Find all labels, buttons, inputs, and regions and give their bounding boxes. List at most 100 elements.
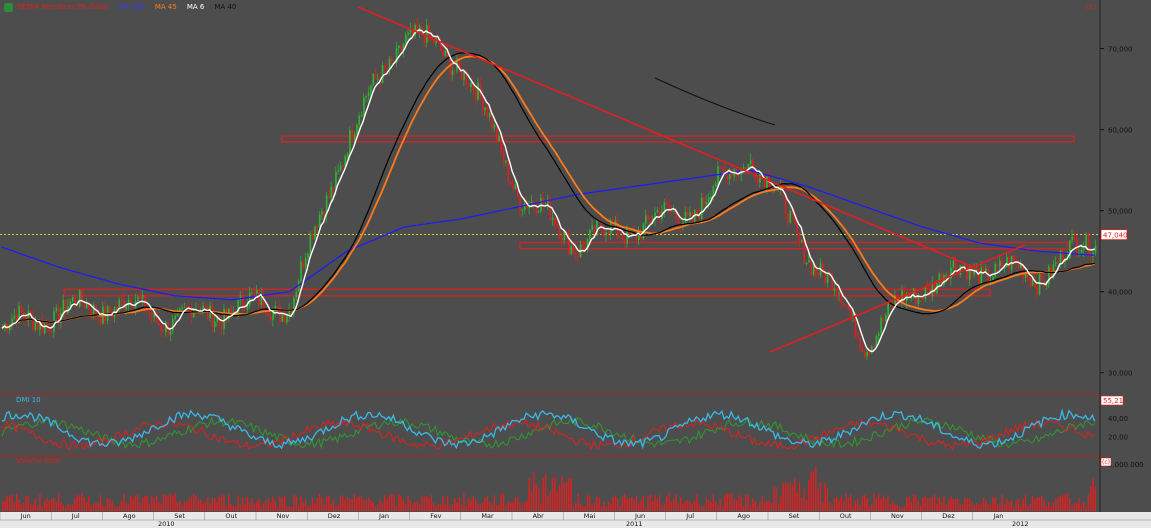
volume-bar [847,498,850,511]
dmi-panel-label[interactable]: DMI 10 [16,396,41,404]
volume-bar [92,503,95,511]
volume-bar [472,495,475,511]
candle-body [507,160,510,182]
candle-body [924,286,927,299]
volume-bar [190,497,193,511]
volume-bar [924,496,926,511]
volume-bar [626,499,628,511]
volume-bar [358,496,360,511]
volume-bar [444,504,447,511]
volume-bar [423,496,426,511]
volume-bar [460,505,463,511]
volume-bar [246,496,249,511]
candle-body [805,262,808,265]
candle-body [162,330,165,333]
volume-bar [395,505,398,511]
volume-bar [339,496,342,511]
candle-body [360,115,363,117]
volume-bar [258,498,260,511]
volume-bar [770,503,773,511]
volume-bar [181,505,183,511]
volume-bar [682,503,684,511]
volume-bar [752,498,754,511]
volume-bar [60,501,62,511]
volume-bar [887,495,889,511]
candle-body [1036,287,1039,295]
volume-bar [693,500,696,511]
volume-bar [160,504,162,511]
candle-body [833,288,836,291]
volume-bar [612,496,614,511]
candle-body [405,34,407,44]
volume-bar [211,497,214,511]
volume-bar [940,501,943,511]
candle-body [1073,236,1076,240]
candle-body [221,321,223,329]
volume-bar [731,493,733,511]
candle-body [304,258,307,267]
volume-bar [516,497,519,511]
volume-bar [241,496,244,511]
volume-bar [43,501,46,511]
volume-bar [712,494,714,511]
candle-body [1055,262,1057,265]
volume-bar [999,503,1001,511]
candle-body [866,351,868,357]
month-label: Mar [481,512,494,520]
volume-bar [491,504,493,511]
volume-bar [593,502,596,511]
volume-bar [642,496,645,511]
last-price-label: 47,040 [1103,232,1128,240]
volume-bar [204,501,207,511]
volume-bar [519,502,521,511]
volume-bar [889,504,892,511]
volume-bar [691,503,694,511]
volume-bar [13,502,16,511]
volume-panel-label[interactable]: Volume total [16,457,60,465]
volume-bar [659,495,661,511]
volume-bar [1006,499,1008,511]
volume-bar [151,495,153,511]
candle-body [603,228,605,235]
candle-body [332,186,335,191]
volume-bar [619,505,621,511]
volume-bar [67,504,69,511]
candle-body [1013,255,1015,261]
volume-bar [1003,504,1006,511]
candle-body [871,345,873,354]
volume-bar [896,505,899,511]
volume-bar [728,493,731,511]
candle-body [523,203,526,211]
volume-bar [200,499,202,511]
volume-bar [314,503,316,511]
volume-bar [845,493,847,511]
volume-bar [11,494,13,511]
volume-bar [88,496,90,511]
volume-bar [747,494,749,511]
volume-bar [158,502,160,511]
volume-bar [488,501,491,511]
volume-bar [36,505,39,511]
volume-bar [871,504,873,511]
volume-bar [349,499,351,511]
volume-bar [558,485,561,511]
volume-bar [193,493,195,511]
volume-bar [782,483,784,511]
month-label: Out [225,512,237,520]
volume-bar [836,497,838,511]
volume-bar [756,506,759,511]
volume-bar [290,506,293,511]
volume-bar [442,496,444,511]
month-label: Out [840,512,852,520]
candle-body [258,290,260,305]
volume-bar [780,495,782,511]
volume-bar [628,498,631,511]
candle-body [20,306,23,313]
volume-bar [584,506,586,511]
volume-bar [775,488,777,511]
candle-body [521,210,524,211]
volume-bar [978,504,980,511]
candle-body [724,169,726,171]
price-chart[interactable]: 30,000 40,000 50,000 60,000 70,000 (1) 47,040 2… [0,0,1151,528]
candle-body [605,232,608,235]
